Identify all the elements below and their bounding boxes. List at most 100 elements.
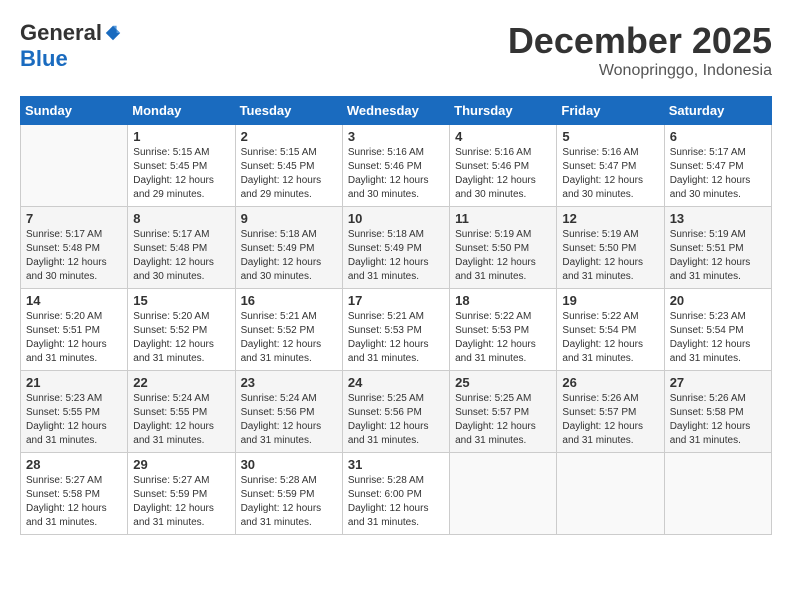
day-info: Sunrise: 5:18 AMSunset: 5:49 PMDaylight:…: [348, 228, 444, 284]
calendar-cell: [557, 453, 664, 535]
day-info: Sunrise: 5:17 AMSunset: 5:48 PMDaylight:…: [133, 228, 229, 284]
day-number: 6: [670, 129, 766, 144]
calendar-cell: 13Sunrise: 5:19 AMSunset: 5:51 PMDayligh…: [664, 207, 771, 289]
day-number: 24: [348, 375, 444, 390]
calendar-cell: 14 Sunrise: 5:20 AMSunset: 5:51 PMDayligh…: [21, 289, 128, 371]
header-wednesday: Wednesday: [342, 97, 449, 125]
calendar-cell: 31 Sunrise: 5:28 AMSunset: 6:00 PMDayligh…: [342, 453, 449, 535]
day-info: Sunrise: 5:21 AMSunset: 5:52 PMDaylight:…: [241, 310, 337, 366]
calendar-table: SundayMondayTuesdayWednesdayThursdayFrid…: [20, 96, 772, 535]
calendar-cell: 24 Sunrise: 5:25 AMSunset: 5:56 PMDayligh…: [342, 371, 449, 453]
day-number: 1: [133, 129, 229, 144]
day-info: Sunrise: 5:21 AMSunset: 5:53 PMDaylight:…: [348, 310, 444, 366]
day-info: Sunrise: 5:20 AMSunset: 5:51 PMDaylight:…: [26, 310, 122, 366]
day-number: 8: [133, 211, 229, 226]
day-number: 5: [562, 129, 658, 144]
header-saturday: Saturday: [664, 97, 771, 125]
day-info: Sunrise: 5:25 AMSunset: 5:57 PMDaylight:…: [455, 392, 551, 448]
day-number: 31: [348, 457, 444, 472]
day-number: 28: [26, 457, 122, 472]
calendar-week-row: 7Sunrise: 5:17 AMSunset: 5:48 PMDaylight…: [21, 207, 772, 289]
location: Wonopringgo, Indonesia: [508, 62, 772, 80]
header-friday: Friday: [557, 97, 664, 125]
day-number: 14: [26, 293, 122, 308]
day-info: Sunrise: 5:16 AMSunset: 5:46 PMDaylight:…: [348, 146, 444, 202]
calendar-cell: 25Sunrise: 5:25 AMSunset: 5:57 PMDayligh…: [450, 371, 557, 453]
day-number: 26: [562, 375, 658, 390]
calendar-cell: 29 Sunrise: 5:27 AMSunset: 5:59 PMDayligh…: [128, 453, 235, 535]
calendar-week-row: 1 Sunrise: 5:15 AMSunset: 5:45 PMDaylight…: [21, 125, 772, 207]
calendar-cell: [664, 453, 771, 535]
title-block: December 2025 Wonopringgo, Indonesia: [508, 20, 772, 80]
day-info: Sunrise: 5:16 AMSunset: 5:46 PMDaylight:…: [455, 146, 551, 202]
day-info: Sunrise: 5:17 AMSunset: 5:47 PMDaylight:…: [670, 146, 766, 202]
day-number: 12: [562, 211, 658, 226]
day-info: Sunrise: 5:27 AMSunset: 5:58 PMDaylight:…: [26, 474, 122, 530]
day-number: 10: [348, 211, 444, 226]
header-monday: Monday: [128, 97, 235, 125]
day-info: Sunrise: 5:15 AMSunset: 5:45 PMDaylight:…: [241, 146, 337, 202]
calendar-cell: 19 Sunrise: 5:22 AMSunset: 5:54 PMDayligh…: [557, 289, 664, 371]
calendar-cell: 2 Sunrise: 5:15 AMSunset: 5:45 PMDaylight…: [235, 125, 342, 207]
calendar-cell: 22 Sunrise: 5:24 AMSunset: 5:55 PMDayligh…: [128, 371, 235, 453]
day-info: Sunrise: 5:19 AMSunset: 5:50 PMDaylight:…: [455, 228, 551, 284]
calendar-cell: 30Sunrise: 5:28 AMSunset: 5:59 PMDayligh…: [235, 453, 342, 535]
logo-blue-text: Blue: [20, 46, 68, 72]
header-sunday: Sunday: [21, 97, 128, 125]
day-number: 29: [133, 457, 229, 472]
calendar-cell: 12Sunrise: 5:19 AMSunset: 5:50 PMDayligh…: [557, 207, 664, 289]
day-number: 20: [670, 293, 766, 308]
calendar-cell: 6 Sunrise: 5:17 AMSunset: 5:47 PMDaylight…: [664, 125, 771, 207]
header-thursday: Thursday: [450, 97, 557, 125]
header-tuesday: Tuesday: [235, 97, 342, 125]
calendar-cell: 3 Sunrise: 5:16 AMSunset: 5:46 PMDaylight…: [342, 125, 449, 207]
calendar-cell: 8 Sunrise: 5:17 AMSunset: 5:48 PMDaylight…: [128, 207, 235, 289]
day-number: 18: [455, 293, 551, 308]
day-number: 30: [241, 457, 337, 472]
calendar-cell: 17 Sunrise: 5:21 AMSunset: 5:53 PMDayligh…: [342, 289, 449, 371]
calendar-cell: 23Sunrise: 5:24 AMSunset: 5:56 PMDayligh…: [235, 371, 342, 453]
calendar-cell: 28 Sunrise: 5:27 AMSunset: 5:58 PMDayligh…: [21, 453, 128, 535]
day-number: 11: [455, 211, 551, 226]
day-info: Sunrise: 5:25 AMSunset: 5:56 PMDaylight:…: [348, 392, 444, 448]
day-number: 21: [26, 375, 122, 390]
day-number: 2: [241, 129, 337, 144]
calendar-cell: 20 Sunrise: 5:23 AMSunset: 5:54 PMDayligh…: [664, 289, 771, 371]
calendar-cell: 9Sunrise: 5:18 AMSunset: 5:49 PMDaylight…: [235, 207, 342, 289]
day-info: Sunrise: 5:28 AMSunset: 6:00 PMDaylight:…: [348, 474, 444, 530]
page-header: General Blue December 2025 Wonopringgo, …: [20, 20, 772, 80]
calendar-cell: 5Sunrise: 5:16 AMSunset: 5:47 PMDaylight…: [557, 125, 664, 207]
calendar-cell: [21, 125, 128, 207]
calendar-week-row: 21Sunrise: 5:23 AMSunset: 5:55 PMDayligh…: [21, 371, 772, 453]
day-info: Sunrise: 5:24 AMSunset: 5:55 PMDaylight:…: [133, 392, 229, 448]
day-number: 27: [670, 375, 766, 390]
day-number: 16: [241, 293, 337, 308]
day-info: Sunrise: 5:15 AMSunset: 5:45 PMDaylight:…: [133, 146, 229, 202]
logo: General Blue: [20, 20, 122, 72]
calendar-cell: 4Sunrise: 5:16 AMSunset: 5:46 PMDaylight…: [450, 125, 557, 207]
day-number: 3: [348, 129, 444, 144]
calendar-cell: [450, 453, 557, 535]
day-number: 22: [133, 375, 229, 390]
day-info: Sunrise: 5:18 AMSunset: 5:49 PMDaylight:…: [241, 228, 337, 284]
calendar-cell: 7Sunrise: 5:17 AMSunset: 5:48 PMDaylight…: [21, 207, 128, 289]
calendar-cell: 21Sunrise: 5:23 AMSunset: 5:55 PMDayligh…: [21, 371, 128, 453]
day-number: 23: [241, 375, 337, 390]
day-info: Sunrise: 5:20 AMSunset: 5:52 PMDaylight:…: [133, 310, 229, 366]
day-info: Sunrise: 5:23 AMSunset: 5:54 PMDaylight:…: [670, 310, 766, 366]
calendar-cell: 10 Sunrise: 5:18 AMSunset: 5:49 PMDayligh…: [342, 207, 449, 289]
logo-icon: [104, 24, 122, 42]
calendar-cell: 26Sunrise: 5:26 AMSunset: 5:57 PMDayligh…: [557, 371, 664, 453]
day-info: Sunrise: 5:22 AMSunset: 5:54 PMDaylight:…: [562, 310, 658, 366]
day-info: Sunrise: 5:26 AMSunset: 5:58 PMDaylight:…: [670, 392, 766, 448]
logo-general-text: General: [20, 20, 102, 46]
month-title: December 2025: [508, 20, 772, 62]
calendar-cell: 1 Sunrise: 5:15 AMSunset: 5:45 PMDaylight…: [128, 125, 235, 207]
day-number: 17: [348, 293, 444, 308]
day-number: 13: [670, 211, 766, 226]
day-number: 15: [133, 293, 229, 308]
day-number: 19: [562, 293, 658, 308]
day-info: Sunrise: 5:22 AMSunset: 5:53 PMDaylight:…: [455, 310, 551, 366]
day-info: Sunrise: 5:27 AMSunset: 5:59 PMDaylight:…: [133, 474, 229, 530]
calendar-cell: 27 Sunrise: 5:26 AMSunset: 5:58 PMDayligh…: [664, 371, 771, 453]
